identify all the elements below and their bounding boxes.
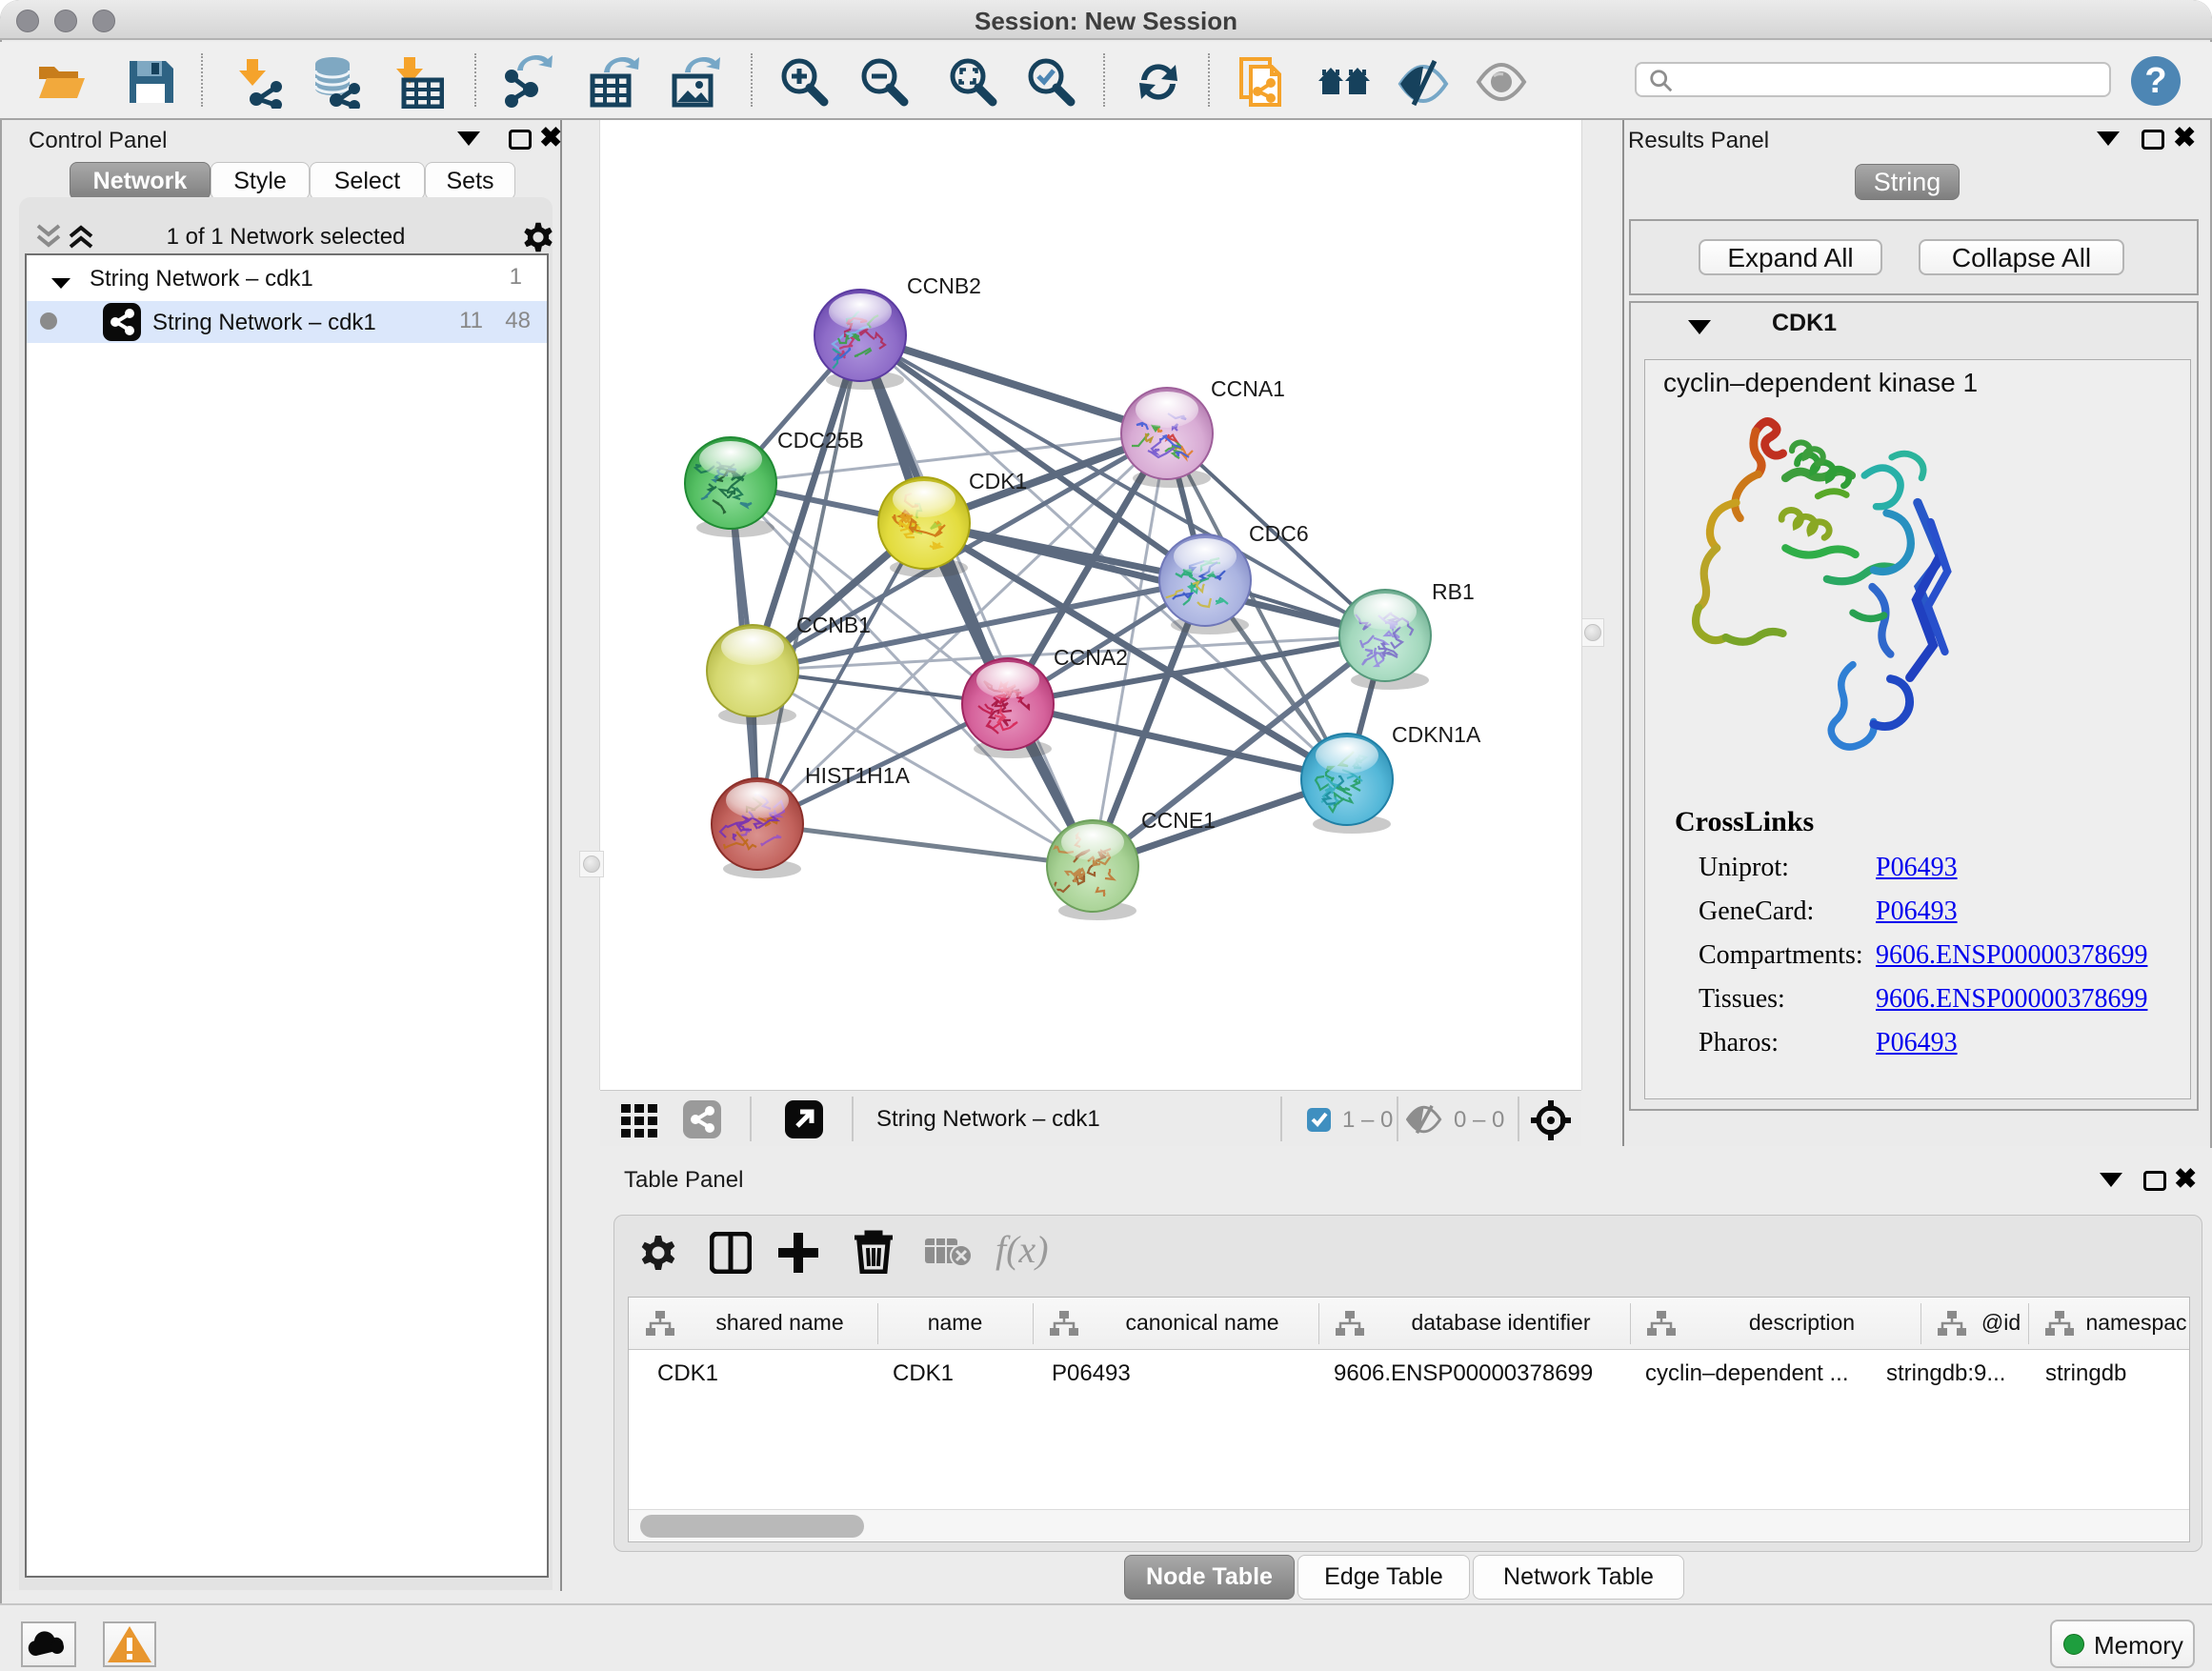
svg-text:CCNE1: CCNE1 (1141, 808, 1216, 833)
svg-text:RB1: RB1 (1432, 579, 1475, 604)
svg-text:CCNA2: CCNA2 (1054, 645, 1128, 670)
svg-text:CCNB1: CCNB1 (796, 613, 871, 637)
svg-text:CDK1: CDK1 (969, 469, 1027, 493)
svg-text:CDKN1A: CDKN1A (1392, 722, 1481, 747)
svg-text:HIST1H1A: HIST1H1A (805, 763, 911, 788)
svg-text:CCNB2: CCNB2 (907, 273, 981, 298)
svg-text:CDC25B: CDC25B (777, 428, 864, 453)
svg-text:CDC6: CDC6 (1249, 521, 1309, 546)
svg-text:CCNA1: CCNA1 (1211, 376, 1285, 401)
